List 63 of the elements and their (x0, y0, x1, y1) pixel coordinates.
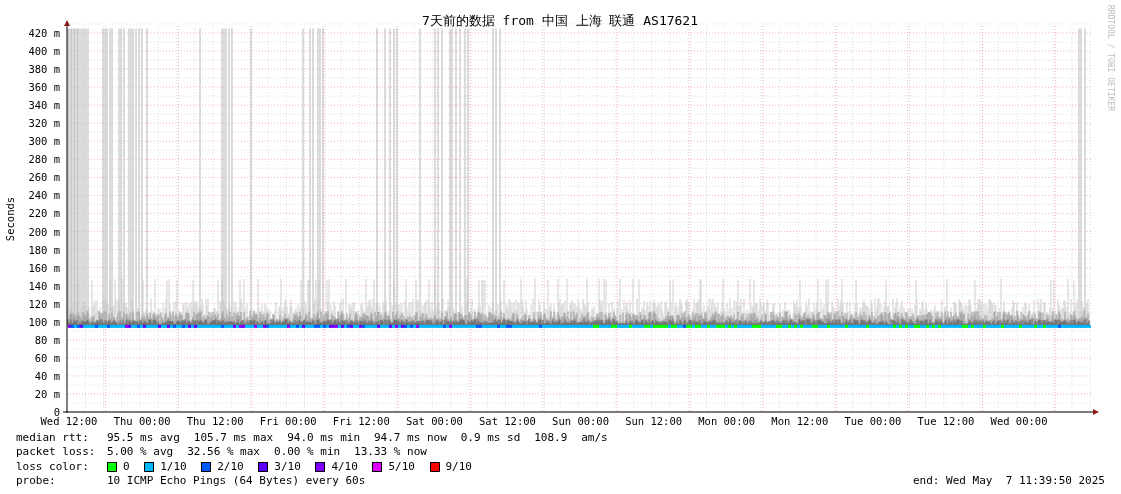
axis-tick-label: 340 m (28, 99, 60, 112)
legend-value: 94.0 ms min (287, 431, 360, 446)
axis-tick-label: 280 m (28, 153, 60, 166)
axis-tick-label: Thu 12:00 (186, 415, 244, 427)
axis-tick-label: Thu 00:00 (113, 415, 171, 427)
legend-value: 3/10 (274, 459, 301, 474)
axis-tick-label: 140 m (28, 279, 60, 292)
axis-tick-label: Sun 12:00 (625, 415, 683, 427)
legend-value: 95.5 ms avg (107, 431, 180, 446)
legend-value: 32.56 % max (187, 445, 260, 460)
axis-tick-label: 160 m (28, 261, 60, 274)
legend-value: 2/10 (217, 459, 244, 474)
legend-label: packet loss: (16, 445, 97, 460)
axis-tick-label: 420 m (28, 27, 60, 39)
axis-tick-label: Sat 12:00 (479, 415, 536, 427)
legend-label: median rtt: (16, 431, 90, 446)
axis-tick-label: 200 m (28, 225, 60, 238)
axis-tick-label: Sat 00:00 (405, 415, 463, 427)
end-time: end: Wed May 7 11:39:50 2025 (912, 473, 1105, 489)
legend-label: loss color: (16, 459, 90, 474)
axis-tick-label: 100 m (28, 315, 60, 328)
axis-tick-label: 220 m (28, 207, 60, 220)
axis-tick-label: 20 m (34, 387, 60, 400)
axis-tick-label: 300 m (28, 135, 60, 148)
axis-tick-label: Wed 12:00 (40, 415, 98, 427)
legend-value: 1/10 (160, 459, 187, 474)
legend-value: 0.9 ms sd (460, 431, 521, 446)
legend-value: 5/10 (388, 459, 415, 474)
axis-tick-label: 120 m (28, 297, 60, 310)
chart-title: 7天前的数据 from 中国 上海 联通 AS17621 (421, 13, 699, 28)
axis-tick-label: 260 m (28, 171, 60, 184)
axis-tick-label: Fri 00:00 (259, 415, 317, 427)
axis-tick-label: Wed 00:00 (990, 415, 1048, 427)
legend-value: 5.00 % avg (107, 445, 174, 460)
axis-tick-label: 240 m (28, 189, 60, 202)
axis-title: Seconds (4, 196, 16, 242)
axis-tick-label: Mon 12:00 (771, 415, 829, 427)
axis-tick-label: 80 m (34, 333, 60, 346)
axis-tick-label: Sun 00:00 (552, 415, 609, 427)
legend-value: 10 ICMP Echo Pings (64 Bytes) every 60s (107, 473, 366, 489)
axis-tick-label: 320 m (28, 117, 60, 130)
legend-value: 4/10 (331, 459, 358, 474)
legend-value: am/s (581, 431, 608, 446)
legend-value: 0.00 % min (273, 445, 341, 460)
axis-tick-label: 360 m (28, 81, 60, 94)
axis-tick-label: 180 m (28, 243, 60, 256)
legend-value: 9/10 (445, 459, 472, 474)
axis-tick-label: Tue 12:00 (917, 415, 975, 427)
axis-tick-label: Tue 00:00 (844, 415, 902, 427)
legend-value: 0 (123, 459, 130, 474)
axis-tick-label: 40 m (34, 369, 60, 382)
axis-tick-label: 380 m (28, 63, 60, 76)
legend-value: 94.7 ms now (373, 431, 447, 446)
axis-tick-label: Mon 00:00 (698, 415, 756, 427)
legend-value: 13.33 % now (354, 445, 427, 460)
legend-label: probe: (16, 473, 57, 489)
legend-value: 108.9 (534, 431, 568, 446)
axis-tick-label: Fri 12:00 (332, 415, 390, 427)
axis-tick-label: 0 (53, 406, 60, 418)
legend-value: 105.7 ms max (193, 431, 274, 446)
axis-tick-label: 60 m (34, 351, 60, 364)
credit-text: RRDTOOL / TOBI OETIKER (1106, 5, 1115, 111)
axis-tick-label: 400 m (28, 45, 60, 58)
